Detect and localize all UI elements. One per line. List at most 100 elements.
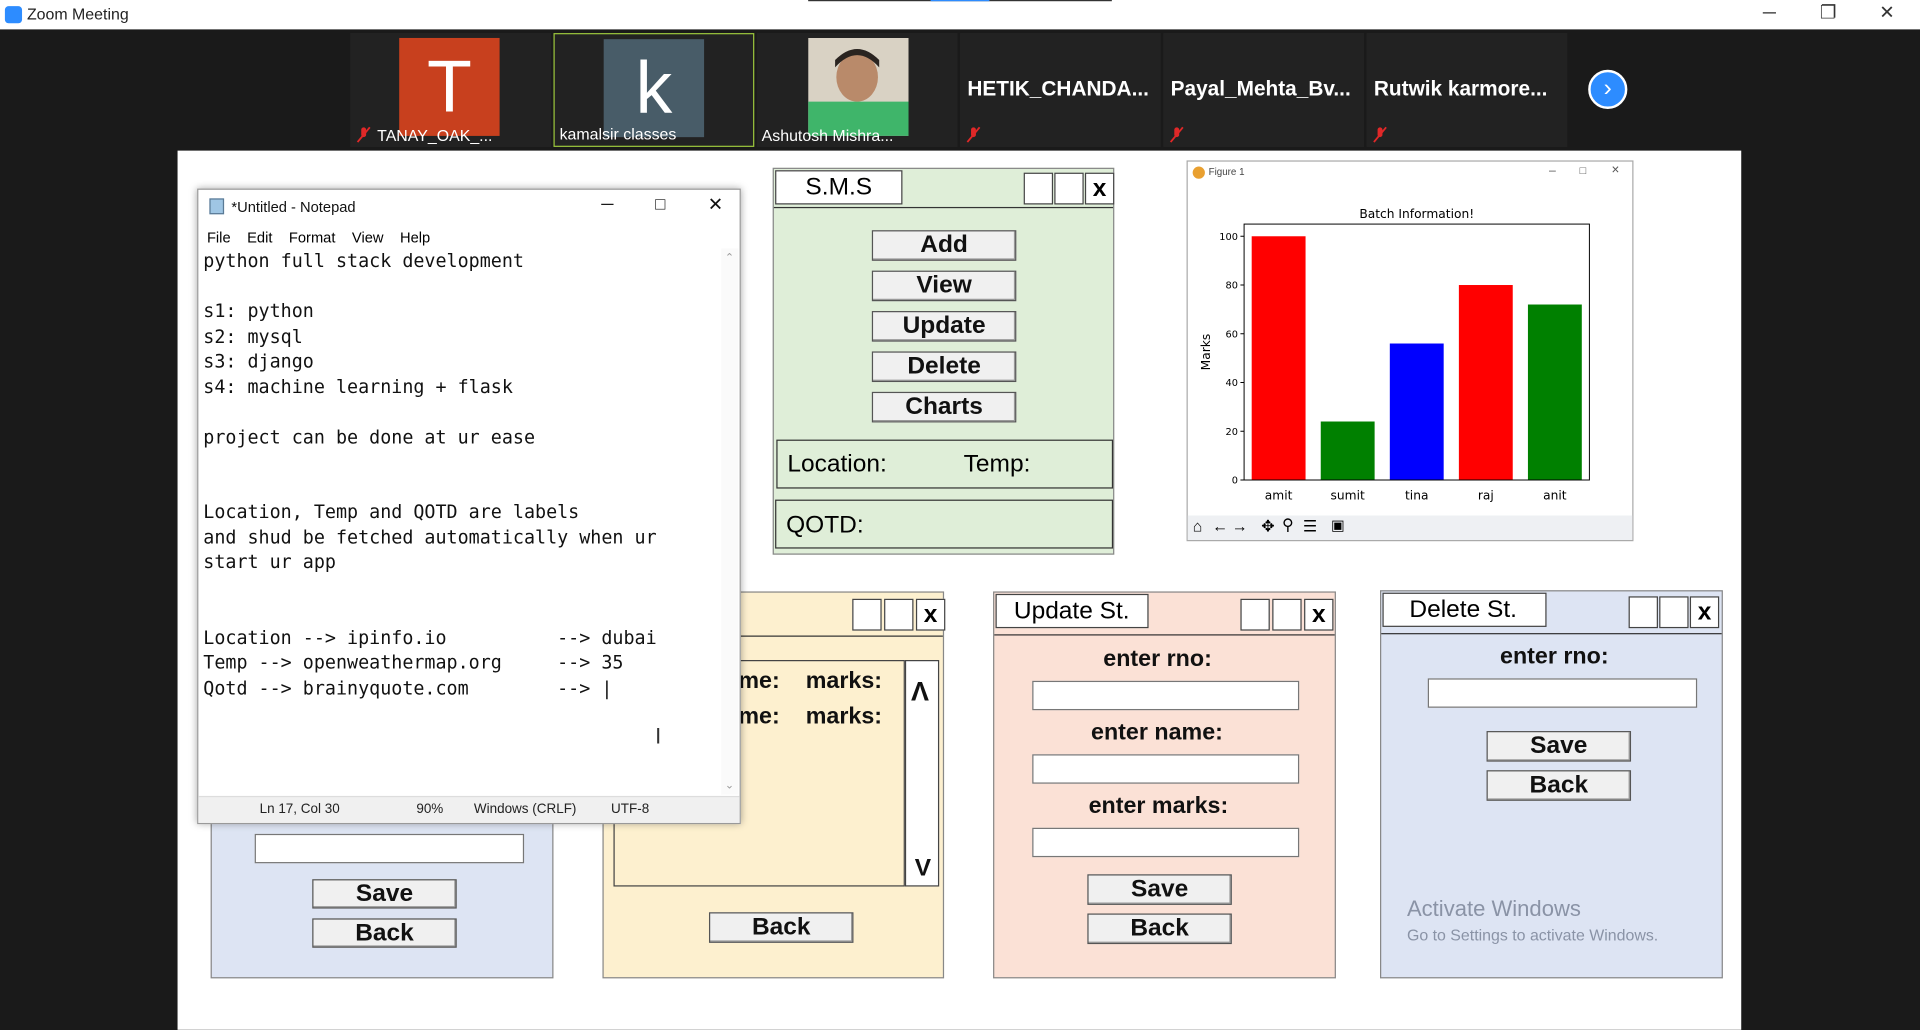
maximize-button[interactable]: ❐: [1800, 0, 1856, 29]
notepad-text-area[interactable]: python full stack development s1: python…: [203, 249, 656, 701]
rno-entry[interactable]: [1032, 680, 1300, 711]
close-button[interactable]: x: [915, 598, 946, 631]
add-student-window: Save Back: [210, 808, 554, 979]
participant-name: Rutwik karmore...: [1373, 77, 1548, 101]
figure-minimize-button[interactable]: –: [1549, 164, 1556, 177]
menu-help[interactable]: Help: [400, 229, 430, 246]
maximize-button[interactable]: [1054, 172, 1084, 205]
save-button[interactable]: Save: [1486, 731, 1632, 762]
mic-muted-icon: [966, 126, 981, 143]
update-button[interactable]: Update: [871, 311, 1017, 342]
delete-button[interactable]: Delete: [871, 351, 1017, 383]
participant-name: Ashutosh Mishra...: [761, 126, 894, 145]
scroll-down-icon[interactable]: ⌄: [725, 779, 734, 792]
rno-label: enter rno:: [1103, 646, 1212, 673]
participant-tile[interactable]: k kamalsir classes: [553, 33, 755, 147]
plot-toolbar: ⌂ ← → ✥ ⚲ ☰ ▣: [1187, 515, 1633, 541]
zoom-app-icon: [4, 6, 23, 24]
figure-maximize-button[interactable]: □: [1580, 164, 1587, 176]
zoom-icon[interactable]: ⚲: [1282, 516, 1294, 536]
back-button[interactable]: Back: [312, 918, 457, 948]
name-entry[interactable]: [1032, 754, 1300, 784]
back-arrow-icon[interactable]: ←: [1212, 517, 1228, 535]
forward-arrow-icon[interactable]: →: [1232, 517, 1248, 535]
participant-tile[interactable]: HETIK_CHANDA...: [960, 33, 1161, 147]
notepad-icon: [209, 198, 225, 215]
participant-tile[interactable]: Payal_Mehta_Bv...: [1163, 33, 1365, 147]
menu-bar: File Edit Format View Help: [207, 227, 441, 249]
marks-entry[interactable]: [254, 833, 525, 864]
figure-icon: [1192, 166, 1205, 179]
participant-tile[interactable]: Rutwik karmore...: [1366, 33, 1568, 147]
scroll-up-icon[interactable]: Λ: [911, 676, 929, 708]
close-button[interactable]: x: [1304, 598, 1334, 631]
back-button[interactable]: Back: [1486, 770, 1632, 801]
y-tick-label: 0: [1232, 476, 1238, 487]
drag-handle[interactable]: [930, 0, 990, 2]
x-tick-label: tina: [1405, 489, 1428, 503]
back-button[interactable]: Back: [1087, 913, 1232, 945]
participant-video: [808, 37, 909, 136]
menu-file[interactable]: File: [207, 229, 231, 246]
minimize-button[interactable]: [1628, 596, 1658, 629]
view-button[interactable]: View: [871, 270, 1017, 302]
save-button[interactable]: Save: [1087, 874, 1232, 905]
minimize-button[interactable]: ─: [1741, 0, 1797, 29]
participant-tile[interactable]: T TANAY_OAK_...: [350, 33, 552, 147]
window-title: Delete St.: [1382, 592, 1547, 627]
add-button[interactable]: Add: [871, 230, 1017, 261]
close-button[interactable]: ✕: [1859, 0, 1915, 29]
x-tick-label: anit: [1543, 489, 1567, 503]
minimize-button[interactable]: [1023, 172, 1054, 205]
update-student-window: Update St. x enter rno: enter name: ente…: [993, 591, 1336, 979]
save-figure-icon[interactable]: ▣: [1331, 517, 1345, 534]
home-icon[interactable]: ⌂: [1193, 517, 1203, 535]
scrollbar[interactable]: ⌃ ⌄: [721, 248, 739, 795]
minimize-button[interactable]: [1240, 598, 1270, 631]
maximize-button[interactable]: [1659, 596, 1689, 629]
configure-subplots-icon[interactable]: ☰: [1303, 517, 1317, 537]
close-button[interactable]: x: [1689, 596, 1720, 629]
marks-entry[interactable]: [1032, 827, 1300, 858]
close-button[interactable]: ✕: [708, 193, 723, 216]
activate-windows-hint: Go to Settings to activate Windows.: [1406, 925, 1659, 945]
participant-name: TANAY_OAK_...: [377, 126, 493, 145]
minimize-button[interactable]: [852, 598, 882, 631]
close-button[interactable]: x: [1084, 172, 1115, 205]
y-tick-label: 80: [1226, 281, 1238, 292]
encoding: UTF-8: [611, 802, 650, 817]
mic-muted-icon: [1373, 126, 1387, 143]
menu-view[interactable]: View: [352, 229, 384, 246]
mic-muted-icon: [356, 126, 371, 143]
avatar: T: [399, 37, 500, 136]
activate-windows-watermark: Activate Windows: [1406, 896, 1581, 921]
title-bar: Zoom Meeting ─ ❐ ✕: [0, 0, 1920, 30]
location-label: Location:: [787, 450, 887, 478]
charts-button[interactable]: Charts: [871, 391, 1017, 423]
participant-tile[interactable]: Ashutosh Mishra...: [756, 33, 958, 147]
figure-close-button[interactable]: ×: [1611, 163, 1619, 178]
menu-edit[interactable]: Edit: [247, 229, 272, 246]
name-label: enter name:: [1091, 720, 1223, 746]
pan-icon[interactable]: ✥: [1261, 517, 1274, 537]
row-name-label: me:: [738, 704, 780, 730]
maximize-button[interactable]: □: [655, 193, 665, 213]
scroll-down-icon[interactable]: V: [915, 855, 931, 883]
maximize-button[interactable]: [884, 598, 914, 631]
maximize-button[interactable]: [1272, 598, 1302, 631]
save-button[interactable]: Save: [312, 879, 457, 909]
scroll-up-icon[interactable]: ⌃: [725, 251, 734, 264]
next-page-button[interactable]: ›: [1588, 69, 1628, 109]
y-tick-label: 40: [1226, 378, 1238, 389]
rno-entry[interactable]: [1427, 678, 1698, 708]
menu-format[interactable]: Format: [289, 229, 336, 246]
participant-name: HETIK_CHANDA...: [967, 77, 1149, 101]
text-cursor-icon: I: [655, 723, 662, 749]
divider: [773, 206, 1114, 209]
back-button[interactable]: Back: [708, 912, 854, 943]
sms-main-window: S.M.S x Add View Update Delete Charts Lo…: [772, 167, 1115, 555]
chart-title: Batch Information!: [1359, 207, 1474, 221]
participant-name: kamalsir classes: [559, 124, 677, 144]
minimize-button[interactable]: ─: [601, 193, 613, 213]
y-axis-label: Marks: [1199, 334, 1213, 371]
